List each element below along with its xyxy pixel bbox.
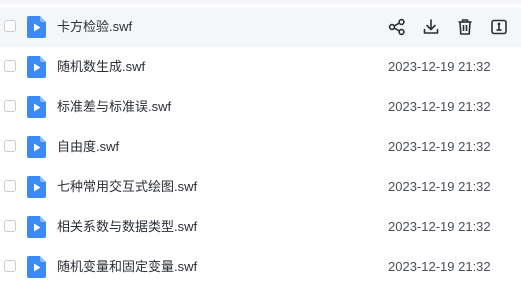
- file-date: 2023-12-19 21:32: [388, 219, 491, 234]
- file-name[interactable]: 七种常用交互式绘图.swf: [57, 178, 197, 196]
- file-date: 2023-12-19 21:32: [388, 259, 491, 274]
- video-file-icon: [27, 96, 46, 118]
- file-row[interactable]: 自由度.swf 2023-12-19 21:32: [0, 127, 521, 167]
- file-row[interactable]: 七种常用交互式绘图.swf 2023-12-19 21:32: [0, 167, 521, 207]
- video-file-icon: [27, 56, 46, 78]
- file-date: 2023-12-19 21:32: [388, 59, 491, 74]
- file-row[interactable]: 随机变量和固定变量.swf 2023-12-19 21:32: [0, 247, 521, 287]
- download-icon[interactable]: [421, 17, 441, 37]
- file-name[interactable]: 随机数生成.swf: [57, 58, 145, 76]
- video-file-icon: [27, 16, 46, 38]
- video-file-icon: [27, 176, 46, 198]
- file-list: 卡方检验.swf 随机数生成.swf 2023-12-19 21:32 标准差与…: [0, 7, 521, 287]
- file-name[interactable]: 随机变量和固定变量.swf: [57, 258, 197, 276]
- file-name[interactable]: 标准差与标准误.swf: [57, 98, 171, 116]
- row-checkbox[interactable]: [4, 140, 16, 152]
- header-divider: [0, 0, 521, 4]
- row-checkbox[interactable]: [4, 260, 16, 272]
- file-name[interactable]: 相关系数与数据类型.swf: [57, 218, 197, 236]
- row-checkbox[interactable]: [4, 220, 16, 232]
- delete-icon[interactable]: [455, 17, 475, 37]
- file-date: 2023-12-19 21:32: [388, 179, 491, 194]
- video-file-icon: [27, 216, 46, 238]
- row-checkbox[interactable]: [4, 100, 16, 112]
- file-name[interactable]: 卡方检验.swf: [57, 18, 132, 36]
- file-name[interactable]: 自由度.swf: [57, 138, 119, 156]
- more-icon[interactable]: [489, 17, 509, 37]
- row-checkbox[interactable]: [4, 20, 16, 32]
- row-actions: [384, 17, 514, 37]
- file-row[interactable]: 卡方检验.swf: [0, 7, 521, 47]
- video-file-icon: [27, 256, 46, 278]
- file-row[interactable]: 相关系数与数据类型.swf 2023-12-19 21:32: [0, 207, 521, 247]
- share-icon[interactable]: [387, 17, 407, 37]
- file-date: 2023-12-19 21:32: [388, 139, 491, 154]
- row-checkbox[interactable]: [4, 60, 16, 72]
- row-checkbox[interactable]: [4, 180, 16, 192]
- video-file-icon: [27, 136, 46, 158]
- file-date: 2023-12-19 21:32: [388, 99, 491, 114]
- file-row[interactable]: 随机数生成.swf 2023-12-19 21:32: [0, 47, 521, 87]
- file-row[interactable]: 标准差与标准误.swf 2023-12-19 21:32: [0, 87, 521, 127]
